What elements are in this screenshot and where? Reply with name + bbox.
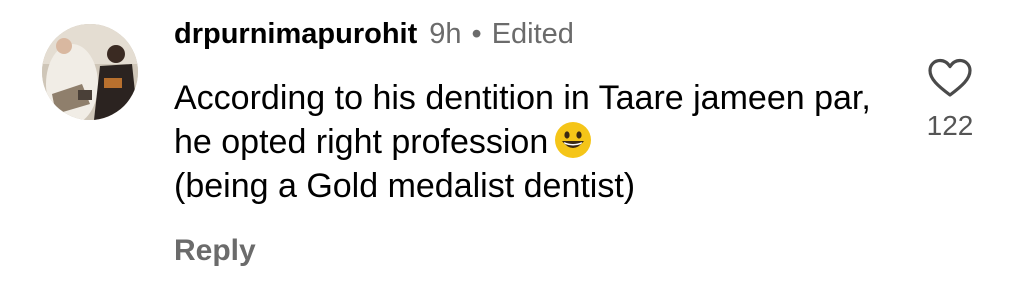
comment-text-line2: (being a Gold medalist dentist) (174, 167, 636, 205)
timestamp: 9h (429, 18, 462, 50)
comment-item: drpurnimapurohit 9h • Edited According t… (0, 0, 1024, 290)
avatar-photo (42, 24, 138, 120)
edited-label: Edited (491, 18, 574, 50)
reply-button[interactable]: Reply (174, 234, 256, 268)
comment-text: According to his dentition in Taare jame… (174, 76, 894, 208)
avatar[interactable] (42, 24, 138, 120)
username-link[interactable]: drpurnimapurohit (174, 14, 417, 54)
meta-separator: • (471, 18, 482, 50)
heart-outline-icon[interactable] (928, 58, 972, 98)
grinning-face-icon (554, 121, 592, 159)
comment-text-main: According to his dentition in Taare jame… (174, 79, 871, 161)
comment-meta: drpurnimapurohit 9h • Edited (174, 14, 894, 54)
comment-body: drpurnimapurohit 9h • Edited According t… (174, 14, 894, 268)
like-count: 122 (926, 110, 974, 141)
like-section: 122 (918, 58, 982, 142)
